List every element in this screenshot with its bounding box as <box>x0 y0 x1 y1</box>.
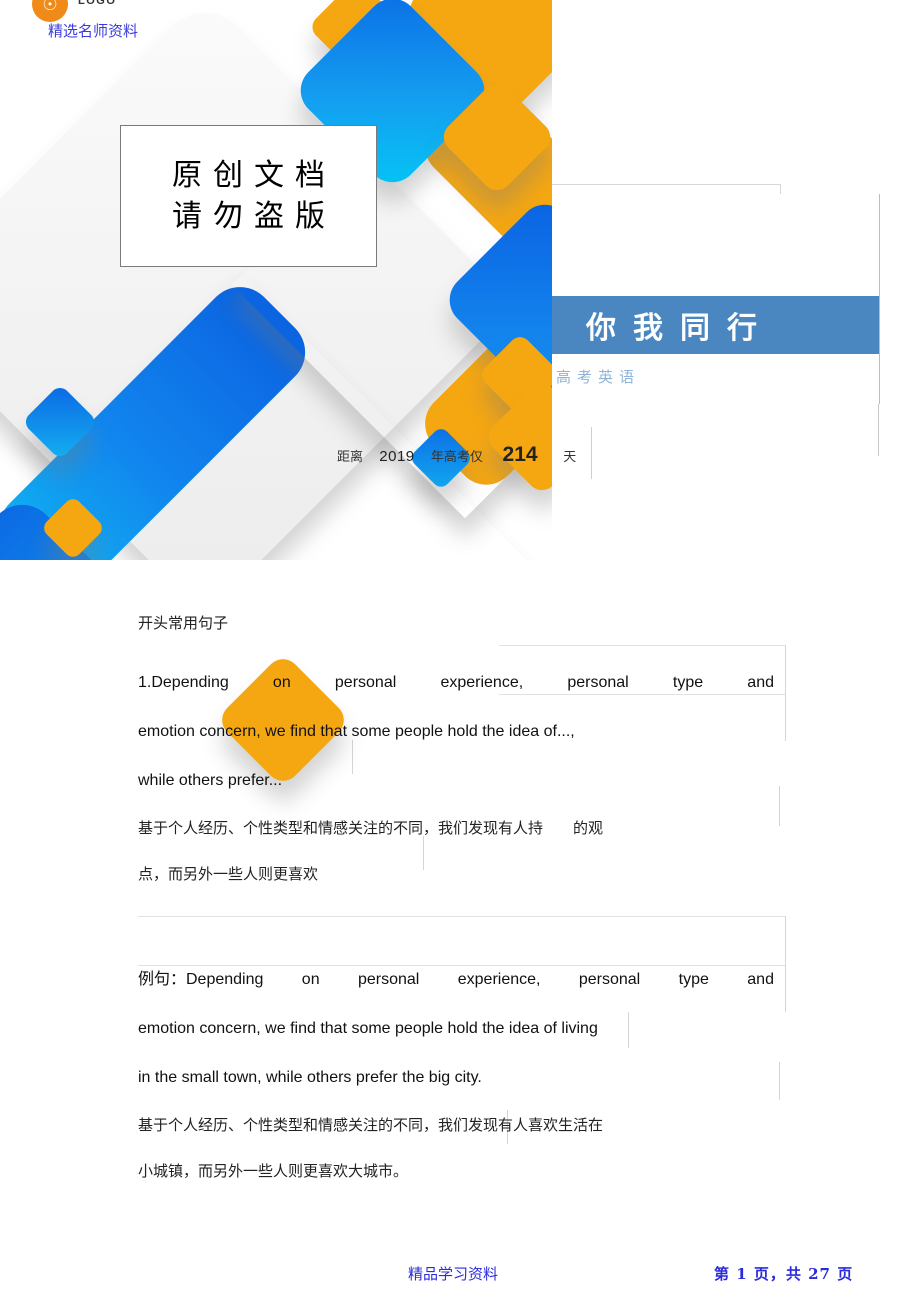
example-cn-line-2: 小城镇，而另外一些人则更喜欢大城市。 <box>138 1162 409 1180</box>
blue-chevron-shape <box>0 273 537 560</box>
countdown-days: 214 <box>502 443 538 466</box>
pale-card-shape <box>0 0 517 560</box>
countdown-line: 距离 2019 年高考仅 214 天 <box>337 443 576 467</box>
countdown-rule <box>591 427 592 479</box>
footer-left-text: 精品学习资料 <box>408 1265 499 1283</box>
blue-diamond-large-2 <box>438 193 552 407</box>
word: personal <box>567 674 629 691</box>
frame-tail-rule <box>878 404 879 456</box>
watermark-line-2: 请勿盗版 <box>172 199 336 234</box>
countdown-year: 2019 <box>379 448 415 465</box>
document-body: 开头常用句子 1.Depending on personal experienc… <box>138 600 786 1194</box>
countdown-prefix: 距离 <box>337 449 364 464</box>
blue-diamond-small-1 <box>21 383 99 461</box>
section-heading: 开头常用句子 <box>138 614 229 632</box>
word: 1.Depending <box>138 674 229 691</box>
word: and <box>747 971 774 988</box>
countdown-middle: 年高考仅 <box>430 449 483 464</box>
banner-bar: 你我同行 <box>552 296 879 354</box>
word: and <box>747 674 774 691</box>
word: personal <box>334 674 397 691</box>
word: experience, <box>457 971 541 988</box>
watermark-stamp: 原创文档 请勿盗版 <box>120 125 377 267</box>
word: type <box>678 971 709 988</box>
example-en-line-2: emotion concern, we find that some peopl… <box>138 1020 598 1037</box>
orange-diamond-small-3 <box>40 495 106 560</box>
orange-diamond-large-1 <box>398 0 552 120</box>
watermark-line-1: 原创文档 <box>172 157 336 193</box>
page-footer: 精品学习资料 第 1 页，共 27 页 <box>0 1263 920 1285</box>
item1-en-line-3: while others prefer... <box>138 772 283 789</box>
example-cn-line-1: 基于个人经历、个性类型和情感关注的不同，我们发现有人喜欢生活在 <box>138 1116 604 1134</box>
word: 例句：Depending <box>138 971 264 988</box>
banner-frame: 你我同行 高考英语 <box>552 194 880 404</box>
logo-subtitle: 精选名师资料 <box>48 22 139 40</box>
orange-diamond-small-2 <box>477 332 552 418</box>
example-en-line-3: in the small town, while others prefer t… <box>138 1069 482 1086</box>
example-en-line-1: 例句：Depending on personal experience, per… <box>138 955 774 1004</box>
word: personal <box>578 971 641 988</box>
word: on <box>272 674 291 691</box>
banner-title: 你我同行 <box>586 311 774 346</box>
owl-logo-icon: ☉ <box>32 0 68 22</box>
banner-subtitle: 高考英语 <box>556 368 641 386</box>
decorative-graphic <box>0 0 552 560</box>
word: experience, <box>440 674 524 691</box>
item1-en-line-2: emotion concern, we find that some peopl… <box>138 723 575 740</box>
logo-word: LOGO <box>78 0 117 7</box>
word: personal <box>357 971 420 988</box>
word: on <box>301 971 320 988</box>
item1-en-line-1: 1.Depending on personal experience, pers… <box>138 658 774 707</box>
word: type <box>672 674 704 691</box>
item1-cn-line-1: 基于个人经历、个性类型和情感关注的不同，我们发现有人持 的观 <box>138 819 604 837</box>
orange-diamond-small-1 <box>307 0 407 77</box>
countdown-suffix: 天 <box>563 449 577 464</box>
item1-cn-line-2: 点，而另外一些人则更喜欢 <box>138 865 319 883</box>
footer-page-number: 第 1 页，共 27 页 <box>714 1265 854 1283</box>
orange-diamond-medium-2 <box>482 377 552 497</box>
